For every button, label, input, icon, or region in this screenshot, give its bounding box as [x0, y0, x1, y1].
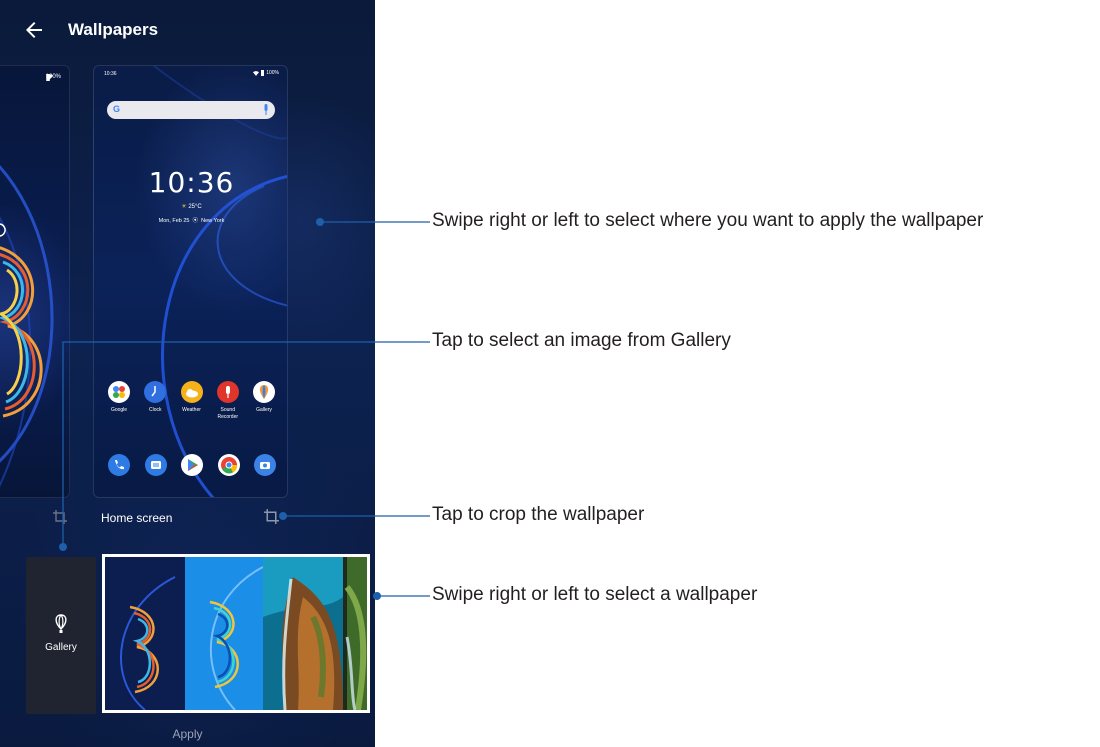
callout-dot-crop: [279, 512, 287, 520]
callout-swipe-wallpaper: Swipe right or left to select a wallpape…: [432, 584, 758, 605]
callout-dot-thumbnails: [373, 592, 381, 600]
callout-dot-gallery: [59, 543, 67, 551]
callout-dot-preview: [316, 218, 324, 226]
callout-lines: [59, 218, 430, 600]
callout-swipe-screen: Swipe right or left to select where you …: [432, 210, 984, 231]
callout-gallery: Tap to select an image from Gallery: [432, 330, 731, 351]
callout-crop: Tap to crop the wallpaper: [432, 504, 645, 525]
